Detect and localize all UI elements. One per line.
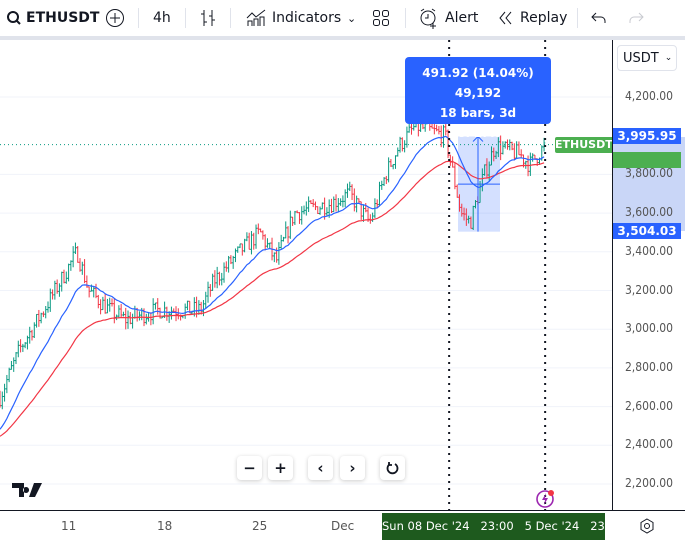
selected-range-label: Sun 08 Dec '24 23:00 5 Dec '24 23:00: [382, 513, 623, 540]
indicators-label: Indicators: [272, 10, 342, 26]
add-symbol-icon: [106, 9, 124, 27]
bar-style-button[interactable]: [199, 0, 217, 36]
chevron-down-icon: ⌄: [664, 53, 673, 63]
time-axis[interactable]: 11 18 25 Dec Sun 08 Dec '24 23:00 5 Dec …: [0, 510, 685, 540]
measure-change: 491.92 (14.04%) 49,192: [422, 66, 534, 100]
currency-label: USDT: [623, 50, 659, 66]
replay-icon: [499, 11, 512, 25]
price-label: 2,800.00: [624, 359, 673, 374]
time-label: 11: [61, 519, 77, 533]
reset-icon: [386, 462, 398, 475]
symbol-price-tag: ETHUSDT: [555, 137, 613, 153]
redo-button[interactable]: [628, 0, 644, 36]
layouts-icon: [373, 10, 389, 26]
tradingview-logo[interactable]: [12, 483, 44, 497]
scroll-right-button[interactable]: ›: [340, 456, 365, 480]
replay-button[interactable]: Replay: [497, 0, 567, 36]
alert-icon: [420, 8, 436, 29]
search-icon: [7, 11, 21, 25]
settings-icon[interactable]: [638, 517, 656, 535]
scroll-left-button[interactable]: ‹: [308, 456, 333, 480]
price-label: 4,200.00: [624, 89, 673, 103]
time-label: 25: [252, 519, 268, 533]
indicators-button[interactable]: Indicators: [245, 0, 341, 36]
price-label: 3,600.00: [624, 205, 673, 220]
time-label: 18: [157, 519, 173, 533]
replay-label: Replay: [520, 10, 568, 26]
symbol-search[interactable]: ETHUSDT: [6, 0, 99, 36]
indicators-icon: [246, 9, 266, 26]
price-label: 3,200.00: [624, 282, 673, 297]
redo-icon: [629, 12, 644, 23]
lightning-icon[interactable]: [535, 488, 557, 510]
price-label: 2,200.00: [624, 476, 673, 490]
price-label: 2,600.00: [624, 398, 673, 413]
zoom-in-button[interactable]: +: [268, 456, 293, 480]
reset-chart-button[interactable]: [380, 456, 405, 480]
layouts-button[interactable]: [372, 0, 390, 36]
currency-select[interactable]: USDT ⌄: [617, 45, 677, 71]
time-label: Dec: [331, 519, 355, 533]
zoom-out-button[interactable]: −: [237, 456, 262, 480]
symbol-name: ETHUSDT: [26, 10, 100, 26]
chevron-down-icon[interactable]: ⌄: [347, 0, 356, 36]
measure-high-tag: 3,995.95: [613, 128, 681, 144]
measure-tooltip: 491.92 (14.04%) 49,192 18 bars, 3d Vol 2…: [405, 57, 551, 140]
price-label: 3,400.00: [624, 243, 673, 258]
price-axis[interactable]: USDT ⌄ 3,995.95 3,504.03 4,200.00 3,800.00…: [612, 40, 685, 511]
undo-icon: [591, 12, 606, 23]
alert-label: Alert: [445, 10, 479, 26]
interval-button[interactable]: 4h: [153, 0, 171, 36]
alert-button[interactable]: Alert: [418, 0, 478, 36]
measure-bars: 18 bars, 3d: [439, 106, 517, 120]
price-label: 3,000.00: [624, 321, 673, 336]
price-label: 2,400.00: [624, 437, 673, 452]
price-label: 3,800.00: [624, 166, 673, 181]
add-symbol-button[interactable]: [105, 0, 125, 36]
bar-style-icon: [201, 10, 215, 26]
measure-volume: Vol 2.4M: [448, 126, 508, 140]
top-toolbar: ETHUSDT 4h Indicators ⌄ Alert Replay: [0, 0, 685, 36]
measure-low-tag: 3,504.03: [613, 223, 681, 239]
undo-button[interactable]: [591, 0, 607, 36]
